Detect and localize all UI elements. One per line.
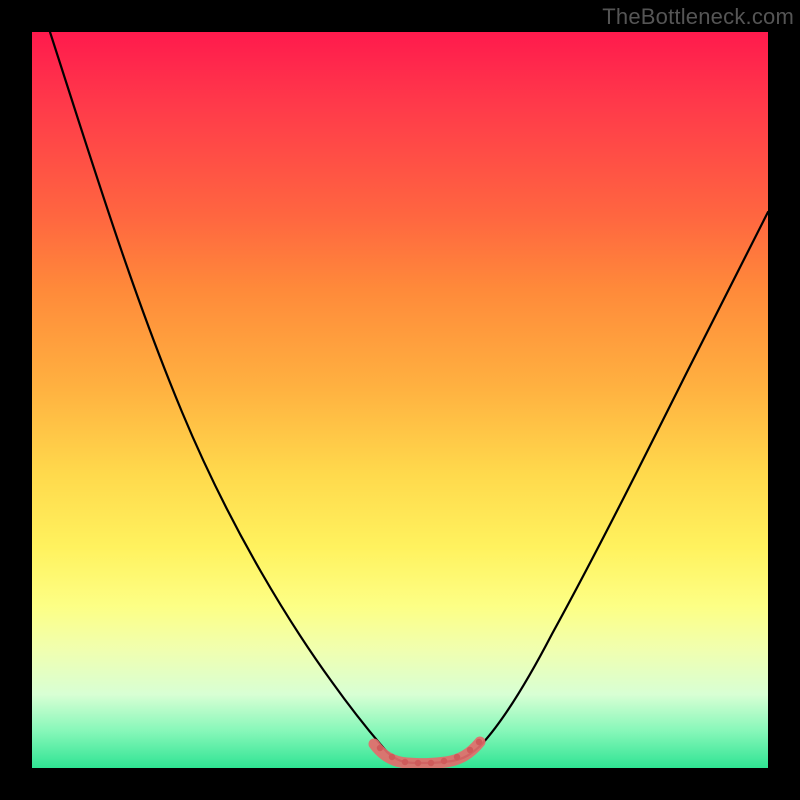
plot-area (32, 32, 768, 768)
bottleneck-curve (50, 32, 768, 763)
bottleneck-highlight (374, 742, 480, 764)
chart-frame: TheBottleneck.com (0, 0, 800, 800)
watermark-text: TheBottleneck.com (602, 4, 794, 30)
curve-svg (32, 32, 768, 768)
